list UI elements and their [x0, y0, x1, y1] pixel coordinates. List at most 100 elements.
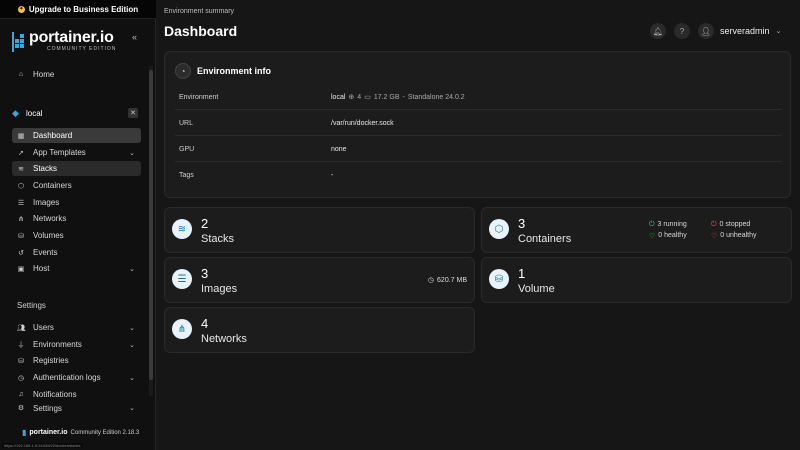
networks-card[interactable]: ⋔ 4 Networks [164, 307, 475, 353]
sidebar-item-label: Images [33, 198, 60, 207]
sidebar-item-authentication-logs[interactable]: ◷ Authentication logs ⌄ [12, 370, 141, 385]
sidebar-item-networks[interactable]: ⋔ Networks [12, 211, 141, 226]
sidebar-scrollbar[interactable] [149, 66, 153, 396]
chevron-down-icon: ⌄ [129, 374, 135, 382]
list-icon: ☰ [172, 269, 192, 289]
database-icon: ⛁ [489, 269, 509, 289]
users-icon: 👥︎ [16, 324, 26, 332]
breadcrumb[interactable]: Environment summary [164, 8, 234, 15]
clock-icon: ◷ [17, 374, 25, 382]
sidebar-item-containers[interactable]: ⬡ Containers [12, 178, 141, 193]
images-card[interactable]: ☰ 3 Images ◷ 620.7 MB [164, 257, 475, 303]
sidebar-item-label: Networks [33, 214, 67, 223]
sidebar-item-events[interactable]: ↺ Events [12, 245, 141, 260]
chevron-down-icon: ⌄ [129, 149, 135, 157]
layers-icon: ≋ [18, 165, 24, 173]
sidebar-item-stacks[interactable]: ≋ Stacks [12, 161, 141, 176]
avatar: 👤︎ [698, 23, 714, 39]
bell-icon[interactable]: 🔔︎ [650, 23, 666, 39]
sidebar-item-label: Home [33, 70, 55, 79]
collapse-sidebar-icon[interactable]: « [132, 32, 137, 42]
upgrade-banner[interactable]: ✦ Upgrade to Business Edition [0, 0, 156, 19]
environment-info-title: Environment info [197, 66, 271, 76]
sidebar-item-label: Containers [33, 181, 72, 190]
env-row-key: Tags [179, 172, 194, 179]
volumes-label: Volume [518, 283, 555, 295]
heart-icon: ♡ [649, 232, 656, 240]
sidebar-item-label: Registries [33, 356, 69, 365]
stacks-count: 2 [201, 216, 209, 231]
gear-icon: ⚙ [17, 405, 25, 412]
settings-section-title: Settings [17, 301, 46, 310]
networks-count: 4 [201, 316, 209, 331]
chevron-down-icon: ⌄ [129, 265, 135, 273]
portainer-logo-icon [11, 30, 25, 52]
sidebar-item-images[interactable]: ☰ Images [12, 195, 141, 210]
close-environment-icon[interactable]: ✕ [128, 108, 138, 118]
stacks-label: Stacks [201, 233, 235, 245]
sidebar-item-app-templates[interactable]: ➚ App Templates ⌄ [12, 145, 141, 160]
layers-icon: ≋ [172, 219, 192, 239]
sidebar-item-dashboard[interactable]: ▦ Dashboard [12, 128, 141, 143]
status-url-hint: https://192.168.1.5:9443/#!/2/docker/sta… [2, 443, 83, 448]
username: serveradmin [720, 26, 770, 36]
sidebar-item-label: Users [33, 323, 54, 332]
history-icon: ↺ [18, 249, 24, 257]
brand-logo[interactable]: portainer.io COMMUNITY EDITION [11, 30, 116, 52]
help-icon[interactable]: ? [674, 23, 690, 39]
brand-name: portainer.io [29, 29, 114, 46]
unhealthy-count: 0 unhealthy [720, 232, 757, 239]
container-stats: ⏻ 3 running ⏻ 0 stopped ♡ 0 healthy ♡ 0 unhe… [649, 219, 784, 241]
chevron-down-icon: ⌄ [129, 405, 135, 412]
upgrade-label: Upgrade to Business Edition [28, 4, 139, 14]
heart-off-icon: ♡ [711, 232, 718, 240]
environment-selector[interactable]: ◆ local ✕ [12, 106, 141, 120]
cpu-icon: ⊕ [348, 94, 355, 101]
power-icon: ⏻ [649, 220, 655, 228]
sidebar-item-host[interactable]: ▣ Host ⌄ [12, 261, 141, 276]
sidebar-item-label: Events [33, 248, 58, 257]
volumes-count: 1 [518, 266, 526, 281]
home-icon: ⌂ [18, 71, 24, 78]
env-row-key: Environment [179, 93, 219, 101]
sidebar-item-users[interactable]: 👥︎ Users ⌄ [12, 320, 141, 335]
pie-chart-icon: ◷ [427, 277, 435, 284]
stacks-card[interactable]: ≋ 2 Stacks [164, 207, 475, 253]
healthy-count: 0 healthy [658, 232, 687, 239]
sidebar-item-registries[interactable]: ⛁ Registries [12, 353, 141, 368]
images-size: ◷ 620.7 MB [427, 276, 467, 285]
gauge-icon: ◔ [175, 63, 191, 79]
sidebar-item-label: Dashboard [33, 131, 73, 140]
images-count: 3 [201, 266, 209, 281]
sidebar-item-notifications[interactable]: ♫ Notifications [12, 387, 141, 402]
page-title: Dashboard [164, 23, 238, 39]
sidebar-item-home[interactable]: ⌂ Home [12, 67, 141, 82]
env-row-value: - [331, 172, 334, 179]
footer-edition: Community Edition 2.18.3 [70, 429, 140, 436]
chevron-down-icon: ⌄ [775, 28, 782, 35]
sidebar-item-label: Authentication logs [33, 373, 101, 382]
chevron-down-icon: ⌄ [129, 324, 135, 332]
volumes-card[interactable]: ⛁ 1 Volume [481, 257, 792, 303]
docker-icon: ◆ [12, 108, 19, 118]
environment-name: local [331, 93, 346, 101]
images-label: Images [201, 283, 238, 295]
sidebar: ✦ Upgrade to Business Edition portainer.… [0, 0, 156, 450]
box-icon: ⬡ [489, 219, 509, 239]
sidebar-item-volumes[interactable]: ⛁ Volumes [12, 228, 141, 243]
env-row-tags: Tags - [175, 163, 782, 188]
containers-card[interactable]: ⬡ 3 Containers ⏻ 3 running ⏻ 0 stopped ♡ 0 … [481, 207, 792, 253]
database-icon: ⛁ [18, 232, 24, 240]
sidebar-item-environments[interactable]: ⏚ Environments ⌄ [12, 337, 141, 352]
sidebar-item-settings[interactable]: ⚙ Settings ⌄ [12, 403, 141, 413]
environment-info-header: ◔ Environment info [175, 63, 271, 79]
user-menu[interactable]: 👤︎ serveradmin ⌄ [698, 23, 781, 39]
app: ✦ Upgrade to Business Edition portainer.… [0, 0, 800, 450]
sidebar-item-label: Stacks [33, 164, 58, 173]
scrollbar-thumb[interactable] [149, 70, 153, 380]
host-icon: ▣ [17, 265, 25, 273]
list-icon: ☰ [17, 199, 25, 207]
containers-label: Containers [518, 233, 572, 245]
rocket-icon: ➚ [18, 149, 24, 157]
database-icon: ⛁ [18, 357, 24, 365]
